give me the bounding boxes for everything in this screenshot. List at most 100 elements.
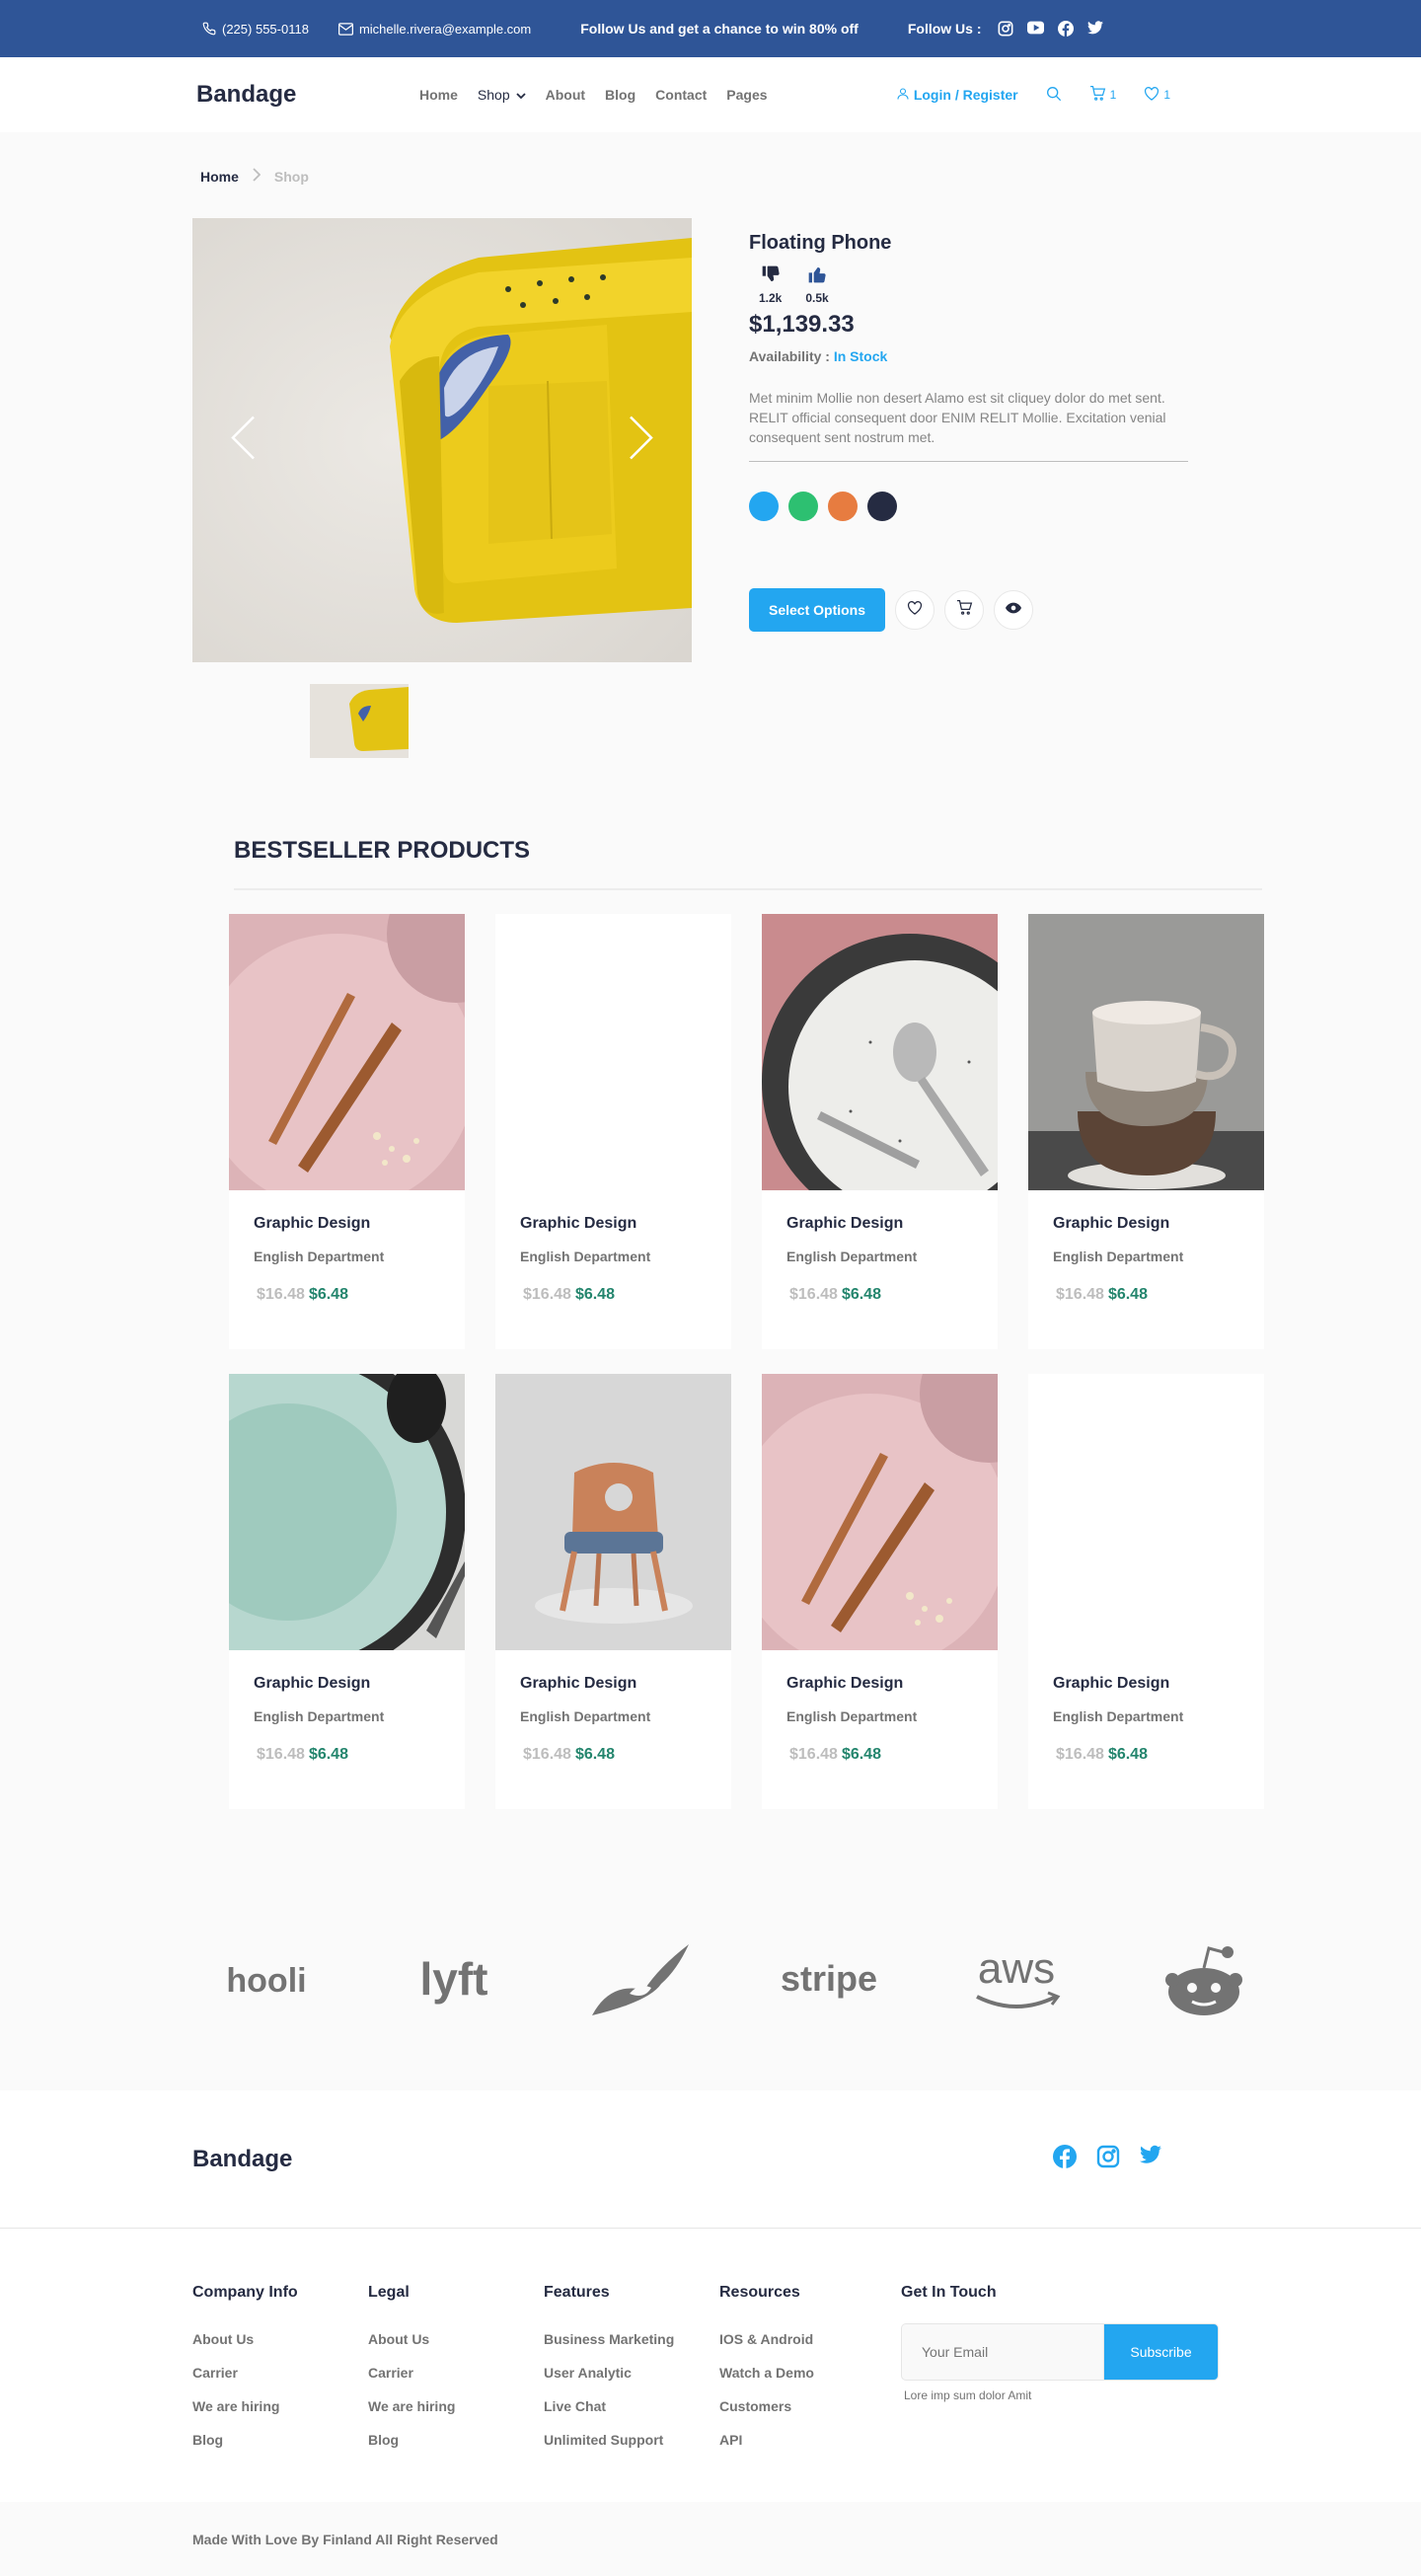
twitter-icon[interactable] — [1140, 2145, 1161, 2173]
email-input[interactable] — [901, 2323, 1103, 2381]
footer-link[interactable]: Blog — [368, 2432, 544, 2448]
aws-logo-text: aws — [977, 1945, 1054, 1993]
subscribe-button[interactable]: Subscribe — [1103, 2323, 1219, 2381]
availability-value: In Stock — [833, 348, 888, 364]
new-price: $6.48 — [1107, 1746, 1148, 1763]
footer-social — [1053, 2145, 1229, 2173]
nav-about[interactable]: About — [546, 87, 585, 103]
breadcrumb-home[interactable]: Home — [200, 169, 239, 185]
footer-link[interactable]: Unlimited Support — [544, 2432, 719, 2448]
footer-link[interactable]: API — [719, 2432, 895, 2448]
main-nav: Home Shop About Blog Contact Pages — [419, 87, 768, 103]
cart-button[interactable]: 1 — [1089, 86, 1116, 104]
mail-icon — [337, 22, 353, 36]
wishlist-button[interactable]: 1 — [1144, 86, 1170, 104]
product-card-body: Graphic Design English Department $16.48… — [762, 1650, 998, 1764]
footer-link[interactable]: Blog — [192, 2432, 368, 2448]
nav-home[interactable]: Home — [419, 87, 458, 103]
select-options-button[interactable]: Select Options — [749, 588, 886, 632]
user-icon — [897, 87, 909, 103]
bestseller-title: BESTSELLER PRODUCTS — [234, 837, 531, 864]
product-name: Graphic Design — [1053, 1215, 1170, 1232]
color-swatch-orange[interactable] — [828, 492, 858, 521]
old-price: $16.48 — [523, 1746, 571, 1763]
product-card-image — [762, 914, 998, 1190]
new-price: $6.48 — [841, 1286, 881, 1303]
carousel-prev-arrow[interactable] — [230, 416, 256, 466]
brand-logos: hooli lyft stripe aws — [0, 1868, 1421, 2090]
product-price: $1,139.33 — [749, 311, 855, 338]
add-to-wishlist-button[interactable] — [895, 590, 935, 630]
nav-shop-label: Shop — [477, 87, 510, 103]
product-card[interactable]: Graphic Design English Department $16.48… — [229, 1374, 465, 1809]
footer-link[interactable]: We are hiring — [368, 2398, 544, 2414]
footer-link[interactable]: Customers — [719, 2398, 895, 2414]
footer-link[interactable]: Business Marketing — [544, 2331, 719, 2347]
nav-contact[interactable]: Contact — [655, 87, 707, 103]
product-card[interactable]: Graphic Design English Department $16.48… — [229, 914, 465, 1349]
footer-brand[interactable]: Bandage — [192, 2146, 292, 2173]
breadcrumb-current: Shop — [273, 168, 309, 185]
product-card[interactable]: Graphic Design English Department $16.48… — [495, 914, 731, 1349]
footer-link[interactable]: Watch a Demo — [719, 2365, 895, 2381]
twitter-icon[interactable] — [1086, 21, 1103, 37]
color-swatches — [749, 492, 1188, 521]
nav-shop[interactable]: Shop — [478, 87, 526, 103]
add-to-cart-button[interactable] — [944, 590, 985, 630]
facebook-icon[interactable] — [1057, 21, 1074, 37]
footer-link[interactable]: IOS & Android — [719, 2331, 895, 2347]
promo-text: Follow Us and get a chance to win 80% of… — [580, 21, 859, 37]
footer-link[interactable]: About Us — [368, 2331, 544, 2347]
subscribe-form: Subscribe — [901, 2323, 1219, 2381]
color-swatch-blue[interactable] — [749, 492, 779, 521]
footer-link[interactable]: User Analytic — [544, 2365, 719, 2381]
product-prices: $16.48 $6.48 — [1053, 1286, 1239, 1304]
like-rating[interactable]: 0.5k — [805, 265, 829, 305]
footer: Bandage Company Info About Us Carrier We… — [0, 2090, 1421, 2576]
old-price: $16.48 — [1056, 1286, 1104, 1303]
product-card-image — [1028, 1374, 1264, 1650]
product-card[interactable]: Graphic Design English Department $16.48… — [762, 1374, 998, 1809]
login-register-link[interactable]: Login / Register — [897, 87, 1018, 103]
footer-link[interactable]: Live Chat — [544, 2398, 719, 2414]
product-card[interactable]: Graphic Design English Department $16.48… — [495, 1374, 731, 1809]
search-icon[interactable] — [1046, 86, 1062, 105]
youtube-icon[interactable] — [1026, 21, 1044, 37]
reddit-logo — [1150, 1940, 1258, 2019]
footer-link[interactable]: Carrier — [368, 2365, 544, 2381]
color-swatch-green[interactable] — [788, 492, 818, 521]
product-info: Floating Phone 1.2k 0.5k $1,139.33 Avail… — [749, 218, 1188, 758]
footer-link[interactable]: Carrier — [192, 2365, 368, 2381]
new-price: $6.48 — [308, 1746, 348, 1763]
footer-link[interactable]: We are hiring — [192, 2398, 368, 2414]
lyft-logo: lyft — [400, 1940, 508, 2019]
aws-logo: aws — [962, 1940, 1071, 2019]
main-header: Bandage Home Shop About Blog Contact Pag… — [0, 57, 1421, 132]
bestseller-divider — [234, 888, 1262, 890]
facebook-icon[interactable] — [1053, 2145, 1077, 2173]
quick-view-button[interactable] — [994, 590, 1034, 630]
brand-logo[interactable]: Bandage — [196, 81, 419, 109]
carousel-next-arrow[interactable] — [629, 416, 654, 466]
eye-icon — [1006, 601, 1022, 619]
new-price: $6.48 — [308, 1286, 348, 1303]
product-thumbnail[interactable] — [310, 684, 409, 758]
product-card[interactable]: Graphic Design English Department $16.48… — [1028, 1374, 1264, 1809]
login-label: Login / Register — [913, 87, 1018, 103]
old-price: $16.48 — [257, 1746, 305, 1763]
instagram-icon[interactable] — [1096, 2145, 1120, 2173]
footer-link[interactable]: About Us — [192, 2331, 368, 2347]
new-price: $6.48 — [841, 1746, 881, 1763]
phone-icon — [202, 22, 216, 36]
old-price: $16.48 — [523, 1286, 571, 1303]
product-card[interactable]: Graphic Design English Department $16.48… — [1028, 914, 1264, 1349]
dislike-rating[interactable]: 1.2k — [759, 265, 782, 305]
old-price: $16.48 — [789, 1286, 838, 1303]
nav-pages[interactable]: Pages — [726, 87, 767, 103]
footer-column-resources: Resources IOS & Android Watch a Demo Cus… — [719, 2284, 895, 2502]
product-card[interactable]: Graphic Design English Department $16.48… — [762, 914, 998, 1349]
color-swatch-navy[interactable] — [867, 492, 897, 521]
nav-blog[interactable]: Blog — [605, 87, 636, 103]
product-name: Graphic Design — [520, 1675, 637, 1692]
instagram-icon[interactable] — [998, 21, 1013, 37]
